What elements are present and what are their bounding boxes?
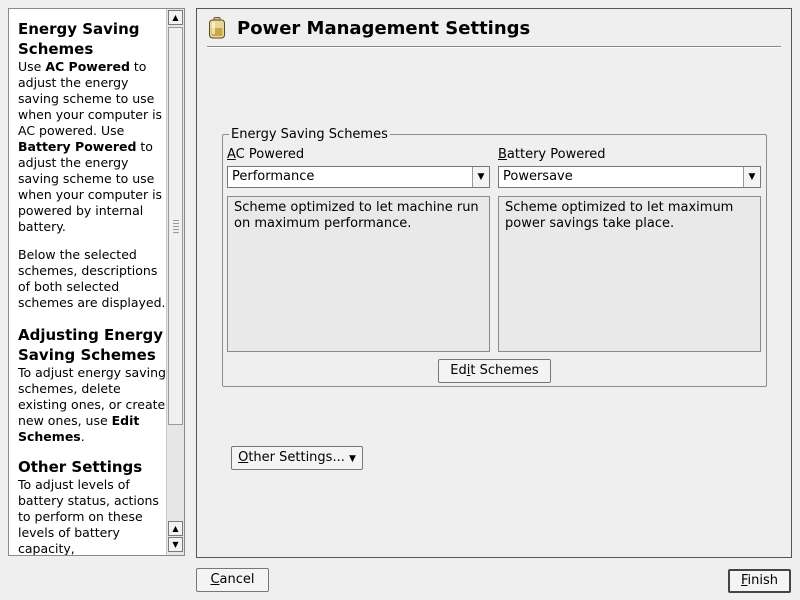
help-section1-paragraph1: Use AC Powered to adjust the energy savi… <box>18 59 163 234</box>
battery-icon <box>209 17 225 39</box>
ac-scheme-description: Scheme optimized to let machine run on m… <box>227 196 490 352</box>
help-section1-title: Energy Saving Schemes <box>18 20 140 58</box>
other-settings-button[interactable]: Other Settings... ▼ <box>231 446 363 470</box>
help-pane[interactable]: Energy Saving Schemes Use AC Powered to … <box>8 8 185 556</box>
scroll-up-button-lower[interactable]: ▲ <box>168 521 183 536</box>
scroll-up-button[interactable]: ▲ <box>168 10 183 25</box>
page-title: Power Management Settings <box>237 17 531 39</box>
arrow-up-icon: ▲ <box>172 13 179 22</box>
scroll-down-button[interactable]: ▼ <box>168 537 183 552</box>
arrow-down-icon: ▼ <box>172 540 179 549</box>
help-text: Energy Saving Schemes Use AC Powered to … <box>18 19 168 556</box>
help-section1-paragraph2: Below the selected schemes, descriptions… <box>18 247 166 310</box>
chevron-down-icon[interactable]: ▼ <box>743 167 760 187</box>
ac-powered-select[interactable]: Performance ▼ <box>227 166 490 188</box>
title-divider <box>207 46 781 48</box>
finish-button[interactable]: Finish <box>728 569 791 593</box>
grip-icon <box>173 220 179 234</box>
title-row: Power Management Settings <box>207 15 530 41</box>
battery-powered-select[interactable]: Powersave ▼ <box>498 166 761 188</box>
help-section2-title: Adjusting Energy Saving Schemes <box>18 326 164 364</box>
energy-saving-schemes-group: Energy Saving Schemes AC Powered Perform… <box>222 127 767 387</box>
chevron-down-icon[interactable]: ▼ <box>472 167 489 187</box>
triangle-down-icon: ▼ <box>348 454 356 464</box>
cancel-button[interactable]: Cancel <box>196 568 269 592</box>
arrow-up-icon: ▲ <box>172 524 179 533</box>
battery-scheme-description: Scheme optimized to let maximum power sa… <box>498 196 761 352</box>
group-title: Energy Saving Schemes <box>229 127 390 142</box>
help-section3-title: Other Settings <box>18 458 143 476</box>
battery-powered-label: Battery Powered <box>498 147 606 162</box>
ac-powered-label: AC Powered <box>227 147 305 162</box>
help-section3-paragraph1: To adjust levels of battery status, acti… <box>18 477 159 556</box>
help-scrollbar[interactable]: ▲ ▲ ▼ <box>166 9 184 555</box>
scrollbar-thumb[interactable] <box>168 27 183 425</box>
ac-powered-value: Performance <box>232 169 315 184</box>
edit-schemes-button[interactable]: Edit Schemes <box>438 359 551 383</box>
help-section2-paragraph1: To adjust energy saving schemes, delete … <box>18 365 166 444</box>
battery-powered-value: Powersave <box>503 169 573 184</box>
main-pane: Power Management Settings Energy Saving … <box>196 8 792 558</box>
